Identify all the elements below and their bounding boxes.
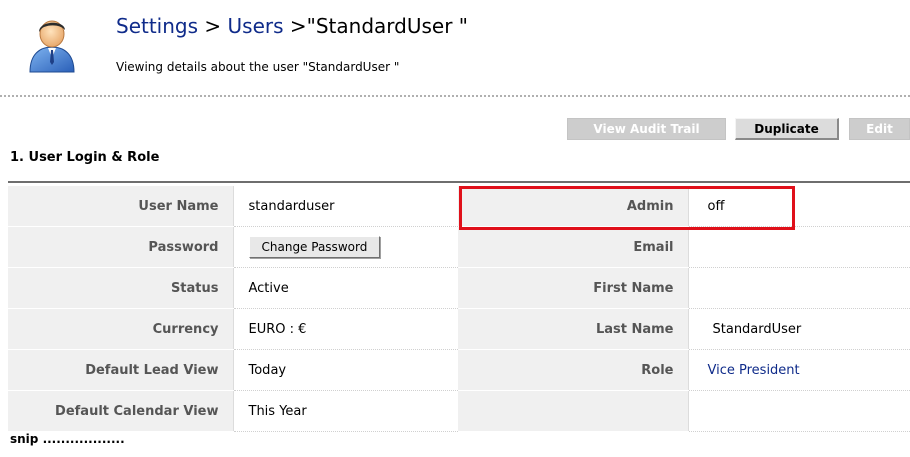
admin-highlight-box — [459, 186, 795, 230]
page-subtitle: Viewing details about the user "Standard… — [116, 60, 400, 74]
first-name-value — [688, 267, 910, 309]
currency-value: EURO : € — [233, 308, 458, 350]
section-divider — [8, 181, 910, 183]
last-name-label: Last Name — [458, 308, 689, 350]
breadcrumb-separator: > — [283, 14, 307, 38]
role-link[interactable]: Vice President — [708, 363, 800, 378]
password-label: Password — [8, 226, 234, 268]
change-password-button[interactable]: Change Password — [248, 236, 381, 258]
edit-button[interactable]: Edit — [849, 118, 910, 140]
user-name-value: standarduser — [233, 186, 458, 227]
section-title: 1. User Login & Role — [10, 150, 160, 165]
snip-marker: snip .................. — [10, 432, 125, 446]
last-name-value: StandardUser — [688, 308, 910, 350]
table-row: Default Lead View Today Role Vice Presid… — [8, 349, 910, 391]
breadcrumb-current-user: "StandardUser " — [306, 14, 468, 38]
breadcrumb-users-link[interactable]: Users — [228, 14, 284, 38]
table-row: Default Calendar View This Year — [8, 390, 910, 432]
header-divider — [0, 95, 910, 97]
table-row: Status Active First Name — [8, 267, 910, 309]
status-label: Status — [8, 267, 234, 309]
default-calendar-view-label: Default Calendar View — [8, 390, 234, 432]
breadcrumb-settings-link[interactable]: Settings — [116, 14, 198, 38]
email-value — [688, 226, 910, 268]
default-lead-view-value: Today — [233, 349, 458, 391]
default-calendar-view-value: This Year — [233, 390, 458, 432]
empty-label — [458, 390, 689, 432]
duplicate-button[interactable]: Duplicate — [735, 118, 839, 140]
currency-label: Currency — [8, 308, 234, 350]
table-row: Password Change Password Email — [8, 226, 910, 268]
status-value: Active — [233, 267, 458, 309]
first-name-label: First Name — [458, 267, 689, 309]
user-name-label: User Name — [8, 186, 234, 227]
view-audit-trail-button[interactable]: View Audit Trail — [567, 118, 726, 140]
breadcrumb-separator: > — [198, 14, 228, 38]
user-avatar-icon — [26, 14, 78, 74]
role-label: Role — [458, 349, 689, 391]
empty-value — [688, 390, 910, 432]
table-row: Currency EURO : € Last Name StandardUser — [8, 308, 910, 350]
default-lead-view-label: Default Lead View — [8, 349, 234, 391]
email-label: Email — [458, 226, 689, 268]
role-value: Vice President — [688, 349, 910, 391]
breadcrumb: Settings > Users >"StandardUser " — [116, 14, 468, 38]
password-cell: Change Password — [233, 226, 458, 268]
